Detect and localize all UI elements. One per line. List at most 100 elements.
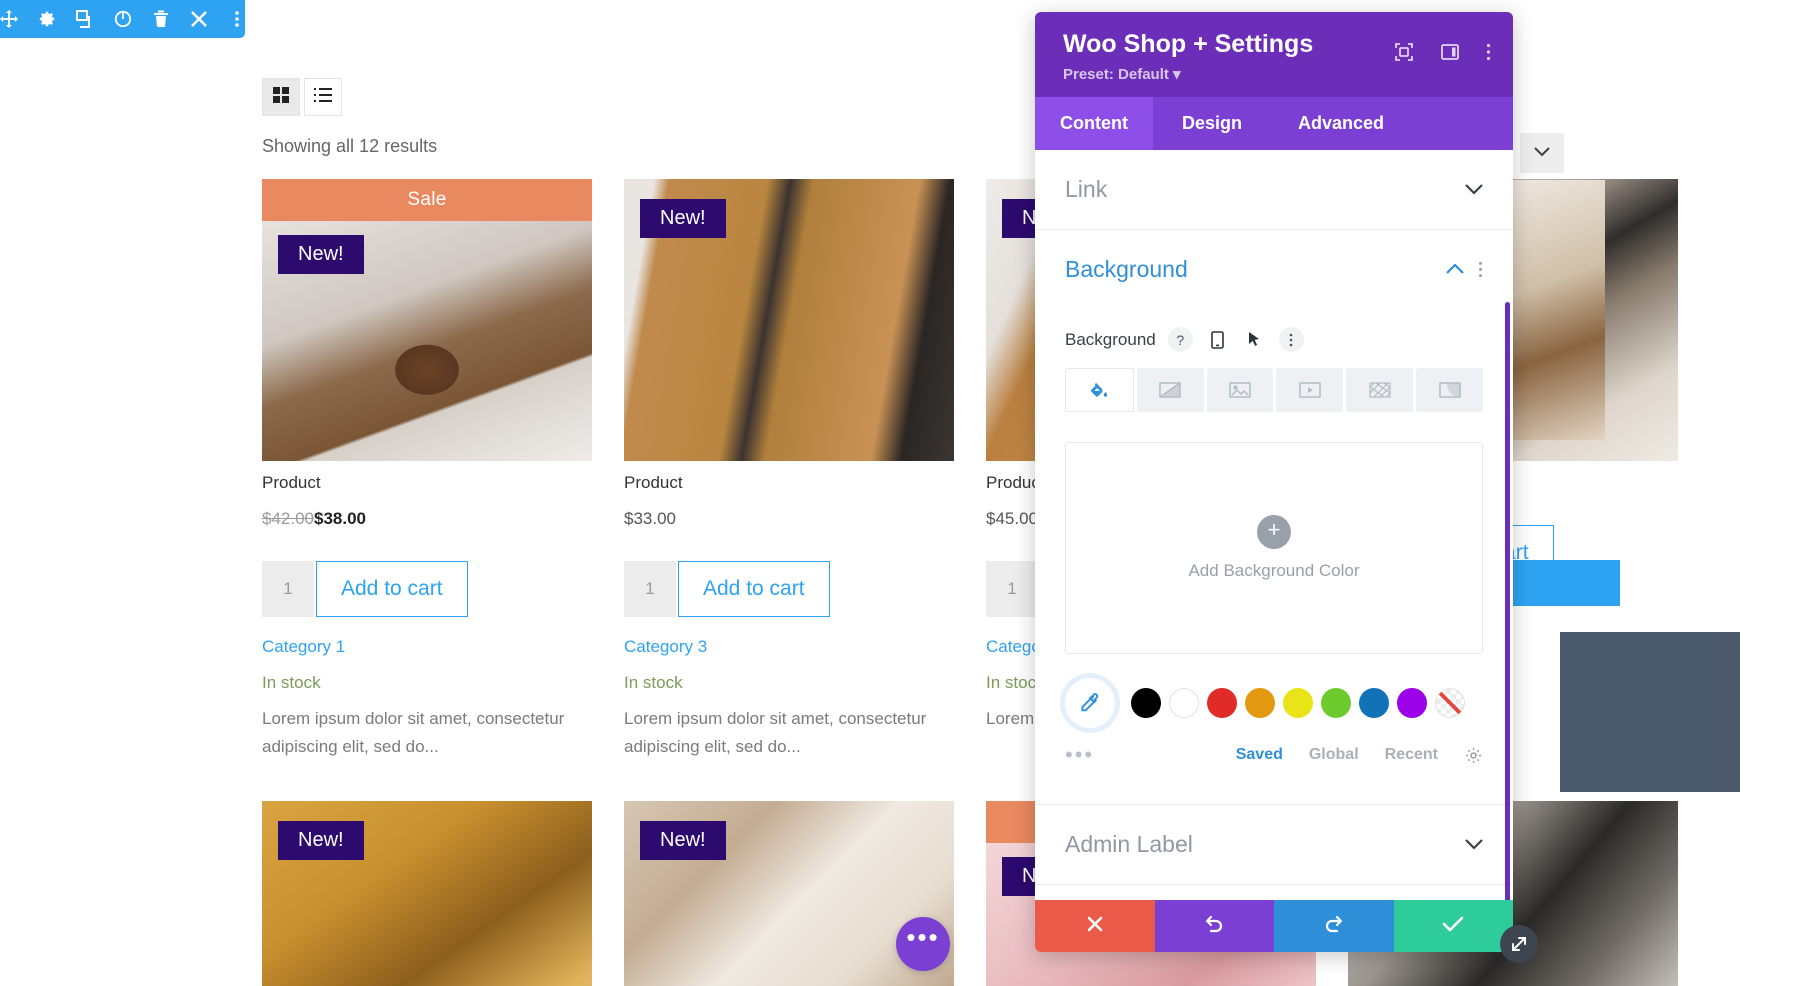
gear-icon[interactable] xyxy=(38,8,56,30)
swatch-white[interactable] xyxy=(1169,688,1199,718)
background-gradient-icon[interactable] xyxy=(1136,368,1204,412)
price-new: $38.00 xyxy=(314,509,366,528)
quantity-input[interactable]: 1 xyxy=(624,561,676,617)
section-background[interactable]: Background xyxy=(1035,230,1513,309)
cart-row: 1 Add to cart xyxy=(624,561,954,617)
more-dots-icon: ••• xyxy=(906,921,940,952)
background-option-header: Background ? xyxy=(1065,327,1483,352)
chevron-up-icon[interactable] xyxy=(1446,264,1464,275)
undo-button[interactable] xyxy=(1154,900,1274,952)
section-admin-label-icons xyxy=(1465,839,1483,850)
add-background-color-dropzone[interactable]: + Add Background Color xyxy=(1065,442,1483,654)
product-category-link[interactable]: Category 3 xyxy=(624,637,954,657)
quantity-input[interactable]: 1 xyxy=(262,561,314,617)
product-card: New! Product $33.00 1 Add to cart Catego… xyxy=(624,179,954,761)
panel-scrollbar[interactable] xyxy=(1505,302,1510,900)
swatch-black[interactable] xyxy=(1131,688,1161,718)
section-background-icons xyxy=(1446,261,1483,278)
mobile-icon[interactable] xyxy=(1205,327,1230,352)
price-old: $42.00 xyxy=(262,509,314,528)
product-card: New! xyxy=(262,801,592,986)
palette-tab-global[interactable]: Global xyxy=(1309,746,1359,764)
background-type-tabs xyxy=(1065,368,1483,412)
sale-badge: Sale xyxy=(262,179,592,221)
eyedropper-icon[interactable] xyxy=(1065,678,1115,728)
move-icon[interactable] xyxy=(0,8,18,30)
redo-icon xyxy=(1323,913,1345,940)
chevron-down-icon: ▾ xyxy=(1173,66,1181,83)
product-category-link[interactable]: Category 1 xyxy=(262,637,592,657)
product-title[interactable]: Product xyxy=(262,473,592,493)
undo-icon xyxy=(1203,913,1225,940)
save-button[interactable] xyxy=(1393,900,1513,952)
background-image-icon[interactable] xyxy=(1206,368,1274,412)
chevron-down-icon[interactable] xyxy=(1465,839,1483,850)
kebab-icon[interactable] xyxy=(1478,261,1483,278)
right-column-collapse-button[interactable] xyxy=(1520,133,1564,173)
kebab-icon[interactable] xyxy=(1486,43,1491,61)
product-title[interactable]: Product xyxy=(624,473,954,493)
help-icon[interactable]: ? xyxy=(1167,327,1193,352)
background-color-icon[interactable] xyxy=(1065,368,1134,412)
swatch-purple[interactable] xyxy=(1397,688,1427,718)
swatch-blue[interactable] xyxy=(1359,688,1389,718)
redo-button[interactable] xyxy=(1274,900,1394,952)
swatch-red[interactable] xyxy=(1207,688,1237,718)
shop-page: Showing all 12 results Sale New! Product… xyxy=(0,0,1800,986)
swatch-green[interactable] xyxy=(1321,688,1351,718)
panel-header-actions xyxy=(1394,42,1491,62)
chevron-down-icon[interactable] xyxy=(1465,184,1483,195)
grid-view-button[interactable] xyxy=(262,78,300,116)
product-stock: In stock xyxy=(624,673,683,692)
save-library-icon[interactable] xyxy=(114,8,132,30)
cursor-hover-icon[interactable] xyxy=(1242,327,1267,352)
tab-advanced[interactable]: Advanced xyxy=(1271,97,1411,150)
palette-tabs: Saved Global Recent xyxy=(1236,746,1483,765)
module-toolbar xyxy=(0,0,245,38)
swatch-orange[interactable] xyxy=(1245,688,1275,718)
panel-tabs: Content Design Advanced xyxy=(1035,97,1513,150)
background-pattern-icon[interactable] xyxy=(1346,368,1414,412)
close-icon xyxy=(1085,914,1105,939)
resize-handle-icon[interactable] xyxy=(1500,925,1538,963)
preset-selector[interactable]: Preset: Default ▾ xyxy=(1063,65,1485,83)
duplicate-icon[interactable] xyxy=(76,8,94,30)
layout-panel-icon[interactable] xyxy=(1440,42,1460,62)
floating-more-button[interactable]: ••• xyxy=(896,917,950,971)
new-badge: New! xyxy=(278,821,364,861)
background-mask-icon[interactable] xyxy=(1416,368,1483,412)
cancel-button[interactable] xyxy=(1035,900,1155,952)
close-icon[interactable] xyxy=(190,8,208,30)
kebab-icon[interactable] xyxy=(1278,327,1304,352)
tab-design[interactable]: Design xyxy=(1153,97,1271,150)
product-description: Lorem ipsum dolor sit amet, consectetur … xyxy=(262,709,565,757)
section-admin-label-label: Admin Label xyxy=(1065,831,1193,857)
product-card: Sale New! Product $42.00$38.00 1 Add to … xyxy=(262,179,592,761)
panel-body: Link Background Background ? + Add Backg… xyxy=(1035,150,1513,900)
swatch-none[interactable] xyxy=(1435,688,1465,718)
section-link[interactable]: Link xyxy=(1035,150,1513,230)
panel-header: Woo Shop + Settings Preset: Default ▾ xyxy=(1035,12,1513,97)
new-badge: New! xyxy=(640,821,726,861)
quantity-input[interactable]: 1 xyxy=(986,561,1038,617)
section-admin-label[interactable]: Admin Label xyxy=(1035,804,1513,885)
more-colors-button[interactable]: ••• xyxy=(1065,742,1131,768)
swatch-yellow[interactable] xyxy=(1283,688,1313,718)
tab-content[interactable]: Content xyxy=(1035,97,1153,150)
background-video-icon[interactable] xyxy=(1276,368,1344,412)
palette-tab-saved[interactable]: Saved xyxy=(1236,746,1283,764)
product-price: $42.00$38.00 xyxy=(262,509,592,529)
grid-view-icon xyxy=(272,86,290,109)
panel-scroll-content: Link Background Background ? + Add Backg… xyxy=(1035,150,1513,885)
list-view-icon xyxy=(314,86,332,109)
plus-icon: + xyxy=(1257,515,1291,549)
add-to-cart-button[interactable]: Add to cart xyxy=(678,561,830,617)
trash-icon[interactable] xyxy=(152,8,170,30)
focus-icon[interactable] xyxy=(1394,42,1414,62)
preset-label: Preset: Default xyxy=(1063,66,1169,83)
palette-tab-recent[interactable]: Recent xyxy=(1385,746,1438,764)
add-to-cart-button[interactable]: Add to cart xyxy=(316,561,468,617)
kebab-icon[interactable] xyxy=(228,8,245,30)
list-view-button[interactable] xyxy=(304,78,342,116)
gear-icon[interactable] xyxy=(1464,746,1483,765)
